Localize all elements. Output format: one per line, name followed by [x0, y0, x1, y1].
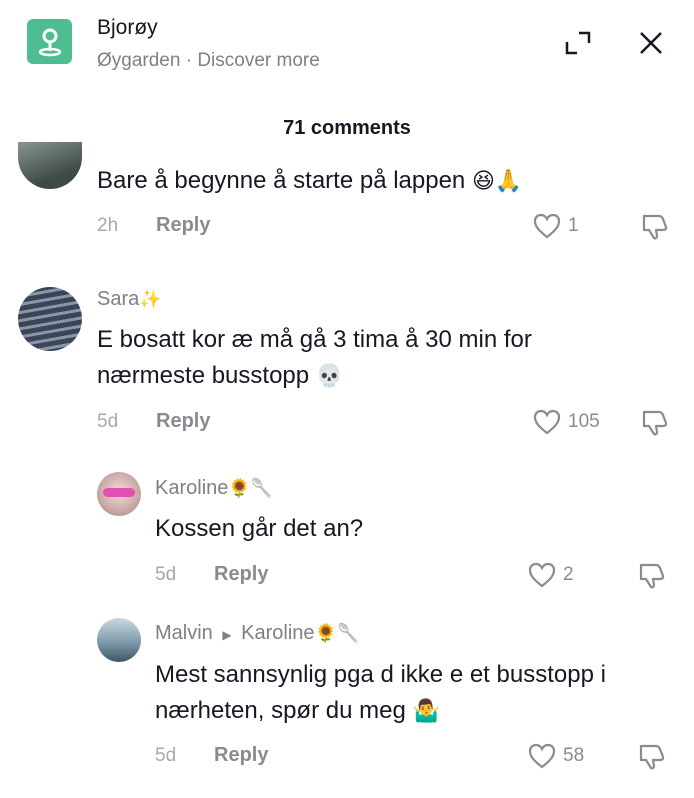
like-button[interactable]: 58: [527, 742, 584, 770]
thumbs-down-icon: [639, 744, 665, 770]
comment-time: 5d: [97, 411, 119, 432]
heart-icon: [533, 409, 561, 435]
heart-icon: [528, 743, 556, 769]
like-count: 105: [568, 411, 600, 432]
reply-button[interactable]: Reply: [156, 214, 210, 237]
comment-text: Mest sannsynlig pga d ikke e et busstopp…: [155, 661, 606, 724]
avatar[interactable]: [18, 287, 82, 351]
username-emoji: 🌻🥄: [228, 478, 274, 499]
dislike-button[interactable]: [639, 408, 669, 443]
avatar[interactable]: [97, 618, 141, 662]
thumbs-down-icon: [642, 410, 668, 436]
comment-username[interactable]: Sara✨: [97, 288, 162, 311]
like-button[interactable]: 105: [532, 408, 600, 436]
dislike-button[interactable]: [636, 561, 666, 596]
dislike-button[interactable]: [639, 212, 669, 247]
comment-emojis: 💀: [315, 364, 344, 389]
avatar[interactable]: [97, 472, 141, 516]
like-button[interactable]: 2: [527, 561, 574, 589]
thumbs-down-icon: [639, 563, 665, 589]
reply-to-username[interactable]: Karoline: [241, 622, 314, 644]
like-count: 58: [563, 745, 585, 766]
comment-time: 5d: [155, 564, 177, 585]
thumbs-down-icon: [642, 214, 668, 240]
location-title[interactable]: Bjorøy: [97, 16, 158, 40]
comment-text: Kossen går det an?: [155, 515, 364, 542]
username[interactable]: Malvin: [155, 622, 213, 644]
heart-icon: [533, 213, 561, 239]
comment-username[interactable]: Karoline🌻🥄: [155, 477, 273, 500]
comment-time: 5d: [155, 745, 177, 766]
comments-count: 71 comments: [283, 117, 411, 139]
reply-arrow-icon: ▶: [222, 628, 232, 642]
location-subtitle[interactable]: Øygarden · Discover more: [97, 50, 320, 72]
like-count: 1: [568, 215, 579, 236]
comment-emojis: 🤷‍♂️: [412, 699, 440, 724]
like-button[interactable]: 1: [532, 212, 579, 240]
heart-icon: [528, 562, 556, 588]
dislike-button[interactable]: [636, 742, 666, 777]
reply-button[interactable]: Reply: [214, 744, 268, 767]
comment-username[interactable]: Malvin ▶ Karoline🌻🥄: [155, 622, 359, 645]
like-count: 2: [563, 564, 574, 585]
location-icon: [27, 19, 72, 64]
reply-button[interactable]: Reply: [214, 563, 268, 586]
comment-text: Bare å begynne å starte på lappen 😆🙏: [97, 167, 523, 194]
reply-button[interactable]: Reply: [156, 410, 210, 433]
username-emoji: 🌻🥄: [314, 623, 360, 644]
comment-text: E bosatt kor æ må gå 3 tima å 30 min for…: [97, 326, 532, 389]
expand-icon: [565, 31, 591, 55]
avatar[interactable]: [18, 142, 82, 189]
comment-time: 2h: [97, 215, 119, 236]
comment-emojis: 😆🙏: [471, 169, 523, 194]
expand-button[interactable]: [563, 28, 593, 58]
close-icon: [640, 32, 662, 54]
close-button[interactable]: [636, 28, 666, 58]
username-emoji: ✨: [139, 289, 162, 310]
